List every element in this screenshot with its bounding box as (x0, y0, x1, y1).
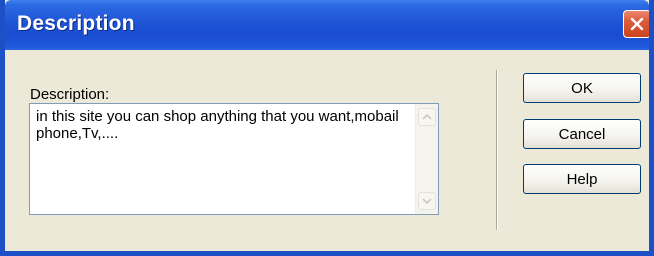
cancel-button[interactable]: Cancel (523, 119, 641, 149)
dialog-title: Description (17, 12, 135, 35)
vertical-scrollbar[interactable] (415, 104, 438, 214)
scroll-down-button[interactable] (418, 192, 436, 210)
scroll-up-button[interactable] (418, 108, 436, 126)
help-button[interactable]: Help (523, 164, 641, 194)
close-icon (630, 17, 644, 31)
close-button[interactable] (623, 10, 649, 38)
chevron-down-icon (422, 192, 432, 210)
description-dialog: Description Description: in this site yo… (0, 0, 654, 256)
vertical-separator (496, 70, 498, 230)
chevron-up-icon (422, 108, 432, 126)
title-bar[interactable]: Description (5, 0, 649, 50)
description-textarea[interactable]: in this site you can shop anything that … (29, 103, 439, 215)
description-label: Description: (30, 86, 110, 103)
description-text[interactable]: in this site you can shop anything that … (36, 108, 406, 142)
ok-button[interactable]: OK (523, 73, 641, 103)
